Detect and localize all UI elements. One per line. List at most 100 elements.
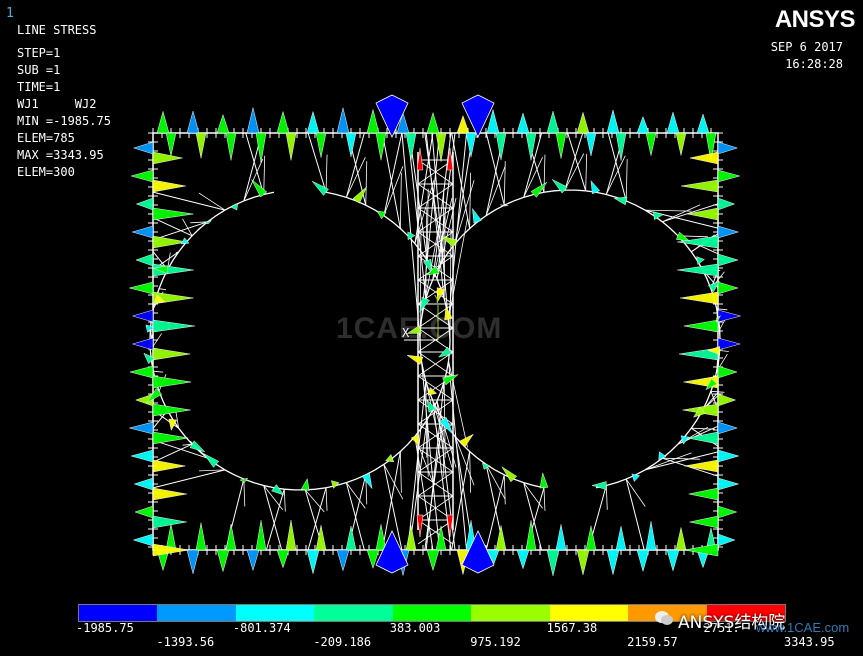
stress-wedge: [683, 319, 719, 333]
brace-member: [625, 478, 646, 507]
stress-wedge: [152, 151, 183, 165]
brand-watermark: www.1CAE.com: [756, 620, 850, 635]
stress-wedge: [216, 113, 230, 134]
brace-member: [152, 221, 208, 241]
stress-wedge: [315, 525, 327, 551]
stress-wedge: [165, 132, 177, 156]
stress-wedge: [677, 263, 719, 277]
stress-wedge: [717, 281, 739, 295]
stress-wedge: [675, 527, 687, 551]
stress-wedge: [376, 210, 387, 220]
brace-member: [503, 474, 506, 505]
stress-wedge: [129, 421, 154, 435]
legend-label: 975.192: [470, 635, 521, 649]
stress-wedge: [230, 202, 239, 211]
stress-wedge: [366, 109, 380, 134]
stress-wedge: [717, 533, 736, 547]
legend-label: 1567.38: [546, 621, 598, 635]
stress-wedge: [345, 132, 357, 157]
brace-member: [325, 487, 328, 511]
brace-member: [152, 469, 226, 489]
stress-wedge: [132, 533, 154, 547]
stress-wedge: [472, 207, 482, 224]
stress-wedge: [135, 197, 154, 211]
stress-wedge: [717, 225, 740, 239]
stress-wedge: [285, 132, 297, 161]
stress-wedge: [336, 107, 350, 134]
stress-wedge: [684, 459, 719, 473]
brace-member: [585, 153, 588, 191]
stress-wedge: [255, 520, 267, 551]
brace-member: [158, 288, 167, 291]
brace-member: [325, 154, 328, 193]
stress-wedge: [419, 296, 430, 313]
stress-wedge: [717, 421, 738, 435]
stress-wedge: [645, 132, 657, 156]
stress-wedge: [687, 431, 719, 445]
brace-member: [567, 132, 587, 191]
stress-wedge: [525, 132, 537, 161]
brace-member: [644, 209, 692, 212]
brace-member: [399, 451, 402, 493]
stress-wedge: [688, 487, 719, 501]
stress-wedge: [576, 111, 590, 134]
stress-wedge: [152, 347, 191, 361]
stress-wedge: [195, 132, 207, 159]
stress-wedge: [426, 549, 440, 572]
stress-wedge: [555, 524, 567, 551]
stress-wedge: [246, 107, 260, 134]
stress-wedge: [717, 197, 736, 211]
legend-label: -1393.56: [156, 635, 215, 649]
stress-wedge: [675, 231, 691, 242]
legend-label: -209.186: [313, 635, 372, 649]
stress-wedge: [613, 196, 628, 206]
stress-wedge: [426, 111, 440, 134]
stress-wedge: [152, 487, 187, 501]
stress-wedge: [130, 169, 154, 183]
legend-swatch: [79, 605, 158, 621]
stress-wedge: [423, 258, 432, 273]
brace-member: [399, 172, 402, 229]
stress-wedge: [516, 549, 530, 570]
stress-wedge: [152, 403, 191, 417]
stress-wedge: [129, 281, 154, 295]
stress-wedge: [165, 523, 177, 551]
stress-wedge: [152, 319, 195, 333]
stress-wedge: [285, 520, 297, 551]
legend-swatch: [314, 605, 393, 621]
stress-wedge: [675, 132, 687, 156]
stress-wedge: [133, 477, 154, 491]
brace-member: [719, 350, 729, 352]
brace-member: [265, 489, 285, 551]
stress-wedge: [636, 549, 650, 573]
stress-wedge: [131, 309, 154, 323]
stress-wedge: [246, 549, 260, 572]
stress-wedge: [606, 108, 620, 134]
brace-member: [625, 158, 628, 201]
stress-wedge: [385, 453, 395, 463]
brace-member: [469, 451, 472, 493]
brace-member: [564, 132, 584, 191]
stress-wedge: [130, 449, 154, 463]
watermark: 1CAE.COM: [336, 312, 503, 345]
stress-wedge: [717, 477, 740, 491]
stress-wedge: [636, 115, 650, 134]
brace-member: [153, 370, 164, 373]
stress-wedge: [186, 110, 200, 134]
stress-wedge: [276, 110, 290, 134]
stress-wedge: [717, 169, 741, 183]
stress-wedge: [696, 113, 710, 134]
axis-y-label: Y: [434, 293, 441, 306]
legend-swatch: [392, 605, 472, 621]
stress-wedge: [666, 549, 680, 572]
brace-member: [448, 360, 468, 448]
stress-wedge: [456, 114, 470, 134]
stress-wedge: [186, 549, 200, 574]
brace-member: [263, 155, 266, 195]
stress-wedge: [717, 309, 742, 323]
stress-wedge: [717, 141, 739, 155]
stress-wedge: [225, 524, 237, 551]
stress-wedge: [576, 549, 590, 576]
stress-wedge: [459, 433, 475, 448]
stress-wedge: [606, 549, 620, 575]
